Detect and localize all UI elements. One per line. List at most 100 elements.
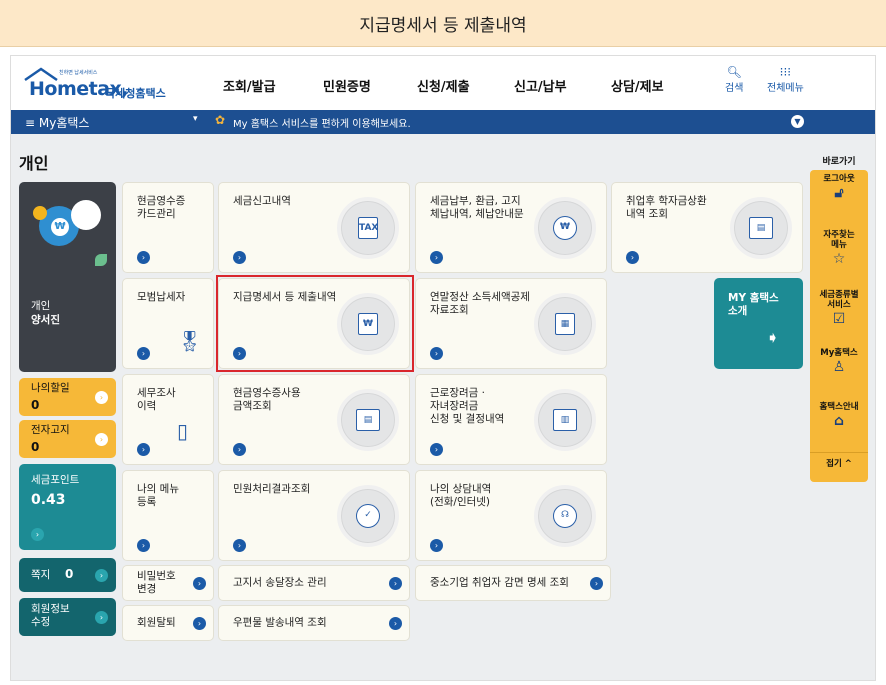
go-icon: › [626, 251, 639, 264]
go-icon: › [95, 611, 108, 624]
quick-menu-title-wrap: 바로가기 [810, 154, 868, 171]
quick-tax-type-service[interactable]: 세금종류별 서비스 ☑ [810, 290, 868, 328]
chevron-down-icon[interactable]: ▼ [791, 115, 804, 128]
my-tasks-box[interactable]: 나의할일 0 › [19, 378, 116, 416]
tile-mail-delivery-history[interactable]: 우편물 발송내역 조회 › [218, 605, 410, 641]
messages-label: 쪽지 [31, 569, 51, 581]
go-icon: › [193, 617, 206, 630]
tile-cash-receipt-amount[interactable]: 현금영수증사용 금액조회 › ▤ [218, 374, 410, 465]
unlock-icon: 🔓︎ [834, 185, 844, 201]
member-info-box[interactable]: 회원정보 수정 › [19, 598, 116, 636]
person-icon: ♙ [832, 359, 846, 375]
tile-label: 민원처리결과조회 [233, 483, 311, 495]
banner-title: 지급명세서 등 제출내역 [359, 15, 527, 36]
go-icon: › [95, 433, 108, 446]
menu-lookup-issue[interactable]: 조회/발급 [223, 76, 276, 95]
member-info-label: 회원정보 수정 [31, 603, 70, 628]
my-tasks-count: 0 [31, 398, 40, 412]
messages-box[interactable]: 쪽지 0 › [19, 558, 116, 592]
tile-withdraw-membership[interactable]: 회원탈퇴 › [122, 605, 214, 641]
tile-year-end-deduction[interactable]: 연말정산 소득세액공제 자료조회 › ▦ [415, 278, 607, 369]
home-icon: ⌂ [833, 413, 845, 429]
menu-apply-submit[interactable]: 신청/제출 [417, 76, 470, 95]
tile-sme-employee-reduction[interactable]: 중소기업 취업자 감면 명세 조회 › [415, 565, 611, 601]
tile-my-consultation[interactable]: 나의 상담내역 (전화/인터넷) › ☊ [415, 470, 607, 561]
go-icon: › [590, 577, 603, 590]
tile-label: 중소기업 취업자 감면 명세 조회 [430, 576, 569, 589]
headset-icon: ☊ [534, 485, 596, 547]
go-icon: › [193, 577, 206, 590]
tile-label: 나의 상담내역 (전화/인터넷) [430, 483, 492, 508]
profile-card[interactable]: ₩ 개인 양서진 [19, 182, 116, 372]
go-icon: › [430, 347, 443, 360]
quick-frequent-menu[interactable]: 자주찾는 메뉴 ☆ [810, 230, 868, 268]
main-content: 개인 ₩ 개인 양서진 나의할일 0 › 전자고지 0 › 세금포인트 0.43… [11, 134, 875, 680]
tile-label: 회원탈퇴 [137, 616, 176, 629]
quick-menu-title: 바로가기 [822, 157, 856, 167]
dropdown-arrow-icon[interactable]: ▾ [193, 114, 198, 124]
page-title: 개인 [19, 154, 49, 173]
tile-earned-income-credit[interactable]: 근로장려금 · 자녀장려금 신청 및 결정내역 › ▥ [415, 374, 607, 465]
profile-type: 개인 [31, 300, 51, 312]
go-icon: › [233, 539, 246, 552]
tile-civil-complaint-result[interactable]: 민원처리결과조회 › ✓ [218, 470, 410, 561]
tax-point-label: 세금포인트 [31, 474, 80, 486]
grid-icon: ⁝⁝⁝ [779, 65, 792, 79]
logo-tagline: 친하면 납세서비스 [59, 70, 98, 76]
checkbox-icon: ☑ [832, 311, 846, 327]
tile-my-hometax-intro[interactable]: MY 홈택스 소개 ➧ [714, 278, 803, 369]
my-hometax-dropdown[interactable]: ≡ My홈택스 [25, 114, 89, 131]
won-coin-icon: ₩ [534, 197, 596, 259]
medal-icon: 🎖︎ [177, 329, 203, 353]
menu-certificates[interactable]: 민원증명 [323, 76, 371, 95]
e-notice-box[interactable]: 전자고지 0 › [19, 420, 116, 458]
quick-my-hometax[interactable]: My홈택스 ♙ [810, 348, 868, 376]
tile-label: 세금신고내역 [233, 195, 291, 207]
tile-student-loan[interactable]: 취업후 학자금상환 내역 조회 › ▤ [611, 182, 803, 273]
go-icon: › [430, 443, 443, 456]
tile-tax-payment-refund[interactable]: 세금납부, 환급, 고지 체납내역, 체납안내문 › ₩ [415, 182, 607, 273]
profile-name: 양서진 [31, 314, 60, 326]
my-hometax-bar: ≡ My홈택스 ▾ ✿ My 홈택스 서비스를 편하게 이용해보세요. ▼ [11, 110, 875, 134]
go-icon: › [430, 539, 443, 552]
tile-notice-delivery-address[interactable]: 고지서 송달장소 관리 › [218, 565, 410, 601]
my-tasks-label: 나의할일 [31, 382, 70, 394]
check-circle-icon: ✓ [337, 485, 399, 547]
go-icon: › [95, 391, 108, 404]
quick-logout[interactable]: 로그아웃 🔓︎ [810, 174, 868, 202]
menu-consult-report[interactable]: 상담/제보 [611, 76, 664, 95]
go-icon: › [95, 569, 108, 582]
hometax-logo[interactable]: 친하면 납세서비스 Hometax, 국세청홈택스 [19, 64, 209, 104]
search-label: 검색 [725, 83, 744, 94]
search-button[interactable]: 🔍︎ 검색 [725, 65, 743, 94]
search-icon: 🔍︎ [726, 65, 742, 79]
go-icon: › [137, 347, 150, 360]
tile-label: 비밀번호 변경 [137, 570, 176, 595]
tile-label: 고지서 송달장소 관리 [233, 576, 327, 589]
all-menu-button[interactable]: ⁝⁝⁝ 전체메뉴 [767, 65, 804, 94]
tile-change-password[interactable]: 비밀번호 변경 › [122, 565, 214, 601]
e-notice-label: 전자고지 [31, 424, 70, 436]
tax-document-icon: TAX [337, 197, 399, 259]
tile-tax-audit-history[interactable]: 세무조사 이력 › ▯ [122, 374, 214, 465]
go-icon: › [137, 443, 150, 456]
quick-tax-type-label: 세금종류별 서비스 [819, 290, 859, 310]
quick-collapse[interactable]: 접기 ^ [810, 452, 868, 469]
quick-collapse-label: 접기 ^ [826, 459, 852, 469]
hometax-frame: 친하면 납세서비스 Hometax, 국세청홈택스 조회/발급 민원증명 신청/… [10, 55, 876, 681]
menu-report-pay[interactable]: 신고/납부 [514, 76, 567, 95]
tile-label: MY 홈택스 소개 [728, 292, 779, 317]
tile-tax-filing-history[interactable]: 세금신고내역 › TAX [218, 182, 410, 273]
tile-model-taxpayer[interactable]: 모범납세자 › 🎖︎ [122, 278, 214, 369]
tile-label: 세금납부, 환급, 고지 체납내역, 체납안내문 [430, 195, 524, 220]
tax-point-box[interactable]: 세금포인트 0.43 › [19, 464, 116, 550]
messages-count: 0 [65, 567, 74, 581]
tile-label: 취업후 학자금상환 내역 조회 [626, 195, 707, 220]
quick-hometax-guide[interactable]: 홈택스안내 ⌂ [810, 402, 868, 430]
notebook-icon: ▯ [177, 419, 189, 443]
tile-my-menu-register[interactable]: 나의 메뉴 등록 › [122, 470, 214, 561]
tile-cash-receipt-card[interactable]: 현금영수증 카드관리 › [122, 182, 214, 273]
tile-label: 근로장려금 · 자녀장려금 신청 및 결정내역 [430, 387, 505, 425]
go-icon: › [137, 251, 150, 264]
all-menu-label: 전체메뉴 [767, 83, 804, 94]
